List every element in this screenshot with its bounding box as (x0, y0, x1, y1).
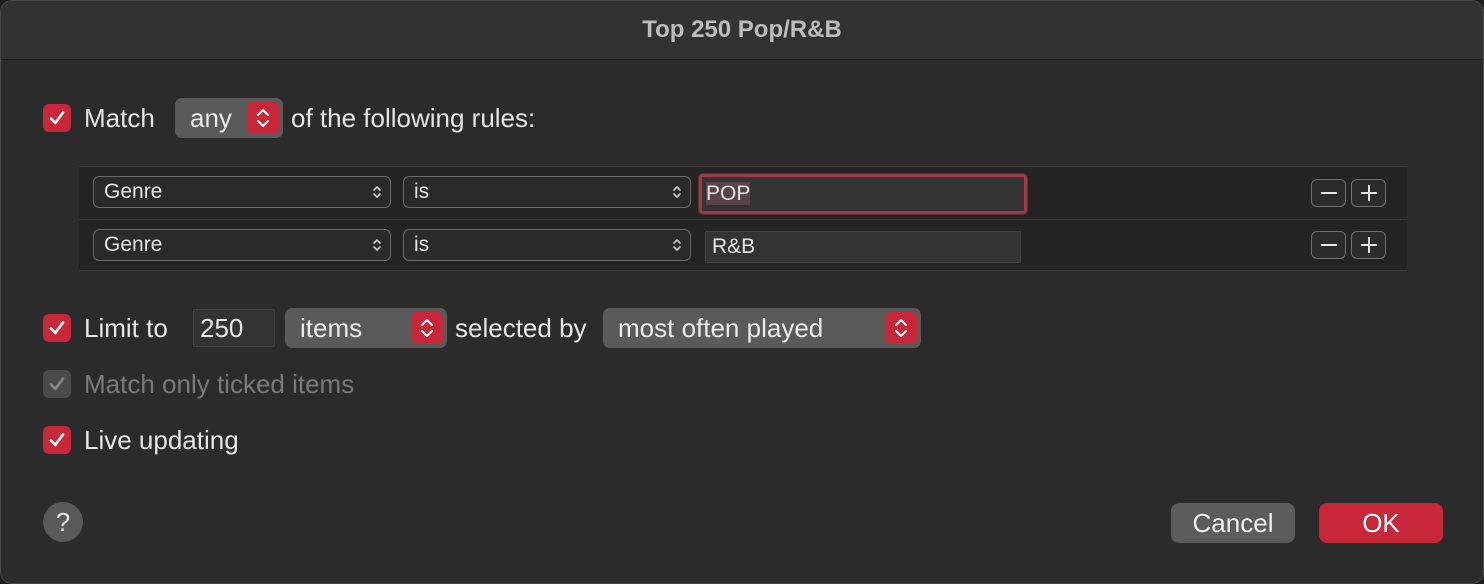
rule-field-value: Genre (104, 180, 163, 203)
add-rule-button[interactable] (1351, 179, 1386, 207)
match-checkbox[interactable] (43, 104, 71, 132)
smart-playlist-dialog: Top 250 Pop/R&B Match any of the followi… (0, 0, 1484, 584)
limit-unit-value: items (300, 313, 363, 343)
updown-chevron-icon (885, 312, 917, 344)
selected-by-popup[interactable]: most often played (603, 308, 921, 348)
selected-by-value: most often played (618, 313, 824, 343)
cancel-button[interactable]: Cancel (1171, 503, 1295, 543)
match-mode-value: any (190, 103, 232, 133)
ok-button[interactable]: OK (1319, 503, 1443, 543)
updown-chevron-icon (373, 186, 381, 198)
selected-by-label: selected by (455, 313, 587, 343)
match-mode-popup[interactable]: any (175, 98, 283, 138)
rule-field-select[interactable]: Genre (93, 229, 391, 261)
updown-chevron-icon (673, 239, 681, 251)
plus-icon (1360, 185, 1377, 201)
rule-value-input[interactable]: R&B (705, 231, 1021, 263)
rule-operator-select[interactable]: is (403, 176, 691, 208)
limit-count-input[interactable]: 250 (193, 309, 275, 347)
rule-operator-select[interactable]: is (403, 229, 691, 261)
checkmark-icon (49, 377, 65, 391)
rule-field-select[interactable]: Genre (93, 176, 391, 208)
rule-field-value: Genre (104, 233, 163, 256)
rule-row: Genre is R&B (79, 219, 1407, 271)
minus-icon (1320, 244, 1337, 246)
updown-chevron-icon (247, 102, 279, 134)
rule-row: Genre is POP (79, 167, 1407, 219)
rule-operator-value: is (414, 180, 430, 203)
plus-icon (1360, 237, 1377, 253)
minus-icon (1320, 192, 1337, 194)
limit-label: Limit to (84, 313, 168, 343)
checkmark-icon (49, 321, 65, 335)
checkmark-icon (49, 433, 65, 447)
rule-operator-value: is (414, 233, 430, 256)
updown-chevron-icon (411, 312, 443, 344)
add-rule-button[interactable] (1351, 231, 1386, 259)
match-ticked-label: Match only ticked items (84, 369, 355, 399)
checkmark-icon (49, 111, 65, 125)
rules-list: Genre is POP Genre is R&B (79, 166, 1407, 271)
help-button[interactable]: ? (43, 502, 83, 542)
match-label: Match (84, 103, 155, 133)
live-updating-checkbox[interactable] (43, 426, 71, 454)
help-icon: ? (55, 507, 71, 537)
limit-unit-popup[interactable]: items (285, 308, 447, 348)
rule-value-input[interactable]: POP (699, 174, 1027, 214)
match-ticked-checkbox[interactable] (43, 370, 71, 398)
updown-chevron-icon (673, 186, 681, 198)
rule-value-text: R&B (712, 235, 756, 258)
window-title: Top 250 Pop/R&B (1, 1, 1483, 60)
updown-chevron-icon (373, 239, 381, 251)
match-suffix: of the following rules: (291, 103, 536, 133)
live-updating-label: Live updating (84, 425, 239, 455)
remove-rule-button[interactable] (1311, 231, 1346, 259)
limit-checkbox[interactable] (43, 314, 71, 342)
remove-rule-button[interactable] (1311, 179, 1346, 207)
rule-value-text: POP (706, 182, 751, 205)
